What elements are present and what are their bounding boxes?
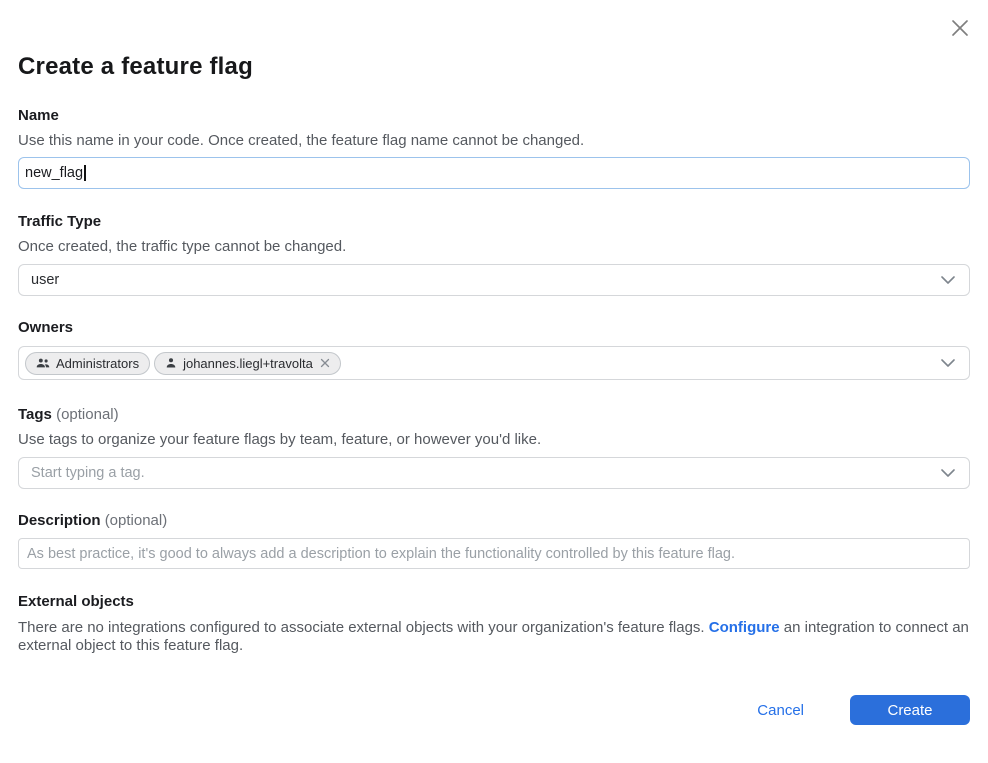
traffic-type-value: user — [31, 272, 941, 288]
modal-footer: Cancel Create — [18, 695, 970, 725]
person-icon — [165, 357, 177, 369]
description-label: Description (optional) — [18, 513, 970, 529]
modal-title: Create a feature flag — [18, 0, 970, 81]
external-objects-label: External objects — [18, 594, 970, 610]
tags-placeholder: Start typing a tag. — [31, 465, 941, 481]
create-feature-flag-modal: Create a feature flag Name Use this name… — [0, 0, 988, 763]
description-placeholder: As best practice, it's good to always ad… — [27, 546, 735, 562]
chevron-down-icon — [941, 276, 955, 284]
chevron-down-icon — [941, 359, 955, 367]
cancel-button[interactable]: Cancel — [757, 702, 804, 719]
description-optional-text: (optional) — [105, 512, 168, 529]
owner-chip-label: Administrators — [56, 356, 139, 371]
create-button[interactable]: Create — [850, 695, 970, 725]
owner-chip-administrators[interactable]: Administrators — [25, 352, 150, 375]
configure-link[interactable]: Configure — [709, 619, 780, 636]
tags-input[interactable]: Start typing a tag. — [18, 457, 970, 489]
owner-chip-user[interactable]: johannes.liegl+travolta — [154, 352, 341, 375]
owners-label: Owners — [18, 320, 970, 336]
traffic-type-select[interactable]: user — [18, 264, 970, 296]
close-icon — [950, 18, 970, 38]
name-input[interactable]: new_flag — [18, 157, 970, 189]
description-input[interactable]: As best practice, it's good to always ad… — [18, 538, 970, 569]
remove-owner-icon[interactable] — [320, 358, 330, 368]
owners-chip-list: Administrators johannes.liegl+travolta — [25, 352, 941, 375]
external-text-before: There are no integrations configured to … — [18, 619, 709, 636]
description-label-text: Description — [18, 512, 101, 529]
name-helper-text: Use this name in your code. Once created… — [18, 133, 970, 149]
tags-optional-text: (optional) — [56, 406, 119, 423]
tags-label-text: Tags — [18, 406, 52, 423]
text-caret — [84, 165, 86, 181]
name-label: Name — [18, 108, 970, 124]
owner-chip-label: johannes.liegl+travolta — [183, 356, 313, 371]
traffic-type-helper-text: Once created, the traffic type cannot be… — [18, 239, 970, 255]
name-input-value: new_flag — [25, 165, 83, 181]
tags-helper-text: Use tags to organize your feature flags … — [18, 432, 970, 448]
traffic-type-label: Traffic Type — [18, 214, 970, 230]
close-button[interactable] — [949, 17, 971, 39]
chevron-down-icon — [941, 469, 955, 477]
group-icon — [36, 357, 50, 369]
owners-select[interactable]: Administrators johannes.liegl+travolta — [18, 346, 970, 380]
tags-label: Tags (optional) — [18, 407, 970, 423]
external-objects-text: There are no integrations configured to … — [18, 619, 970, 655]
